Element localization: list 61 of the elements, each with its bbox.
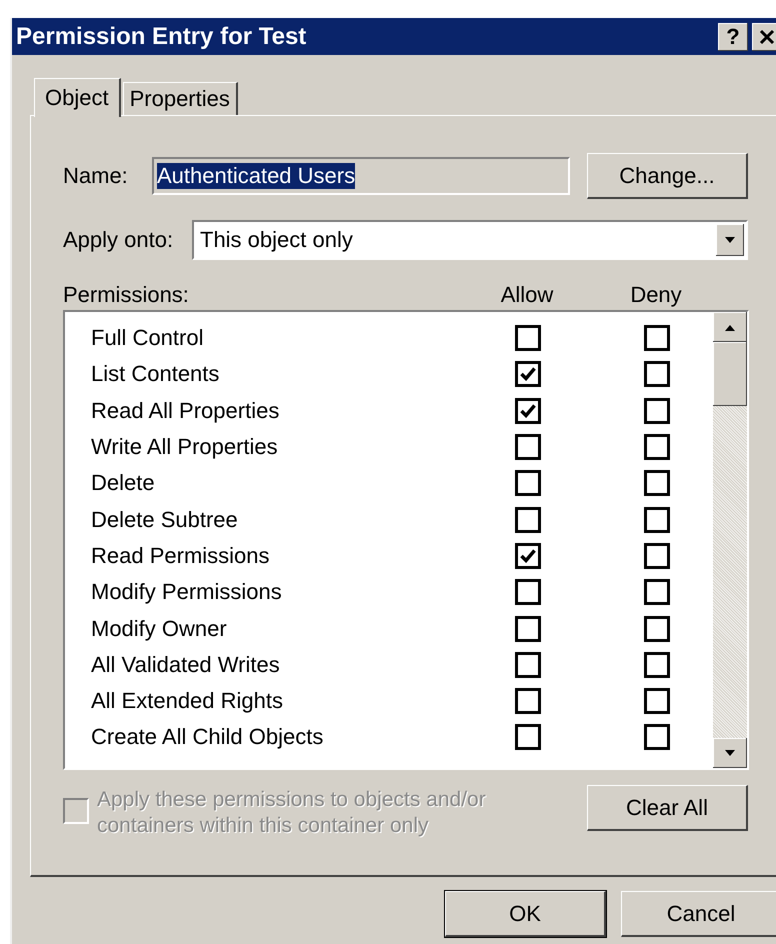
checkbox[interactable] bbox=[515, 398, 541, 424]
checkbox[interactable] bbox=[515, 470, 541, 496]
clear-all-button[interactable]: Clear All bbox=[587, 785, 748, 831]
checkbox[interactable] bbox=[515, 652, 541, 678]
checkbox[interactable] bbox=[644, 688, 670, 714]
permissions-label: Permissions: bbox=[63, 282, 189, 307]
permission-name: Create All Child Objects bbox=[91, 724, 324, 750]
checkbox[interactable] bbox=[644, 616, 670, 642]
help-button[interactable]: ? bbox=[718, 22, 748, 50]
checkbox[interactable] bbox=[515, 506, 541, 533]
checkbox[interactable] bbox=[644, 470, 670, 496]
checkbox[interactable] bbox=[515, 434, 541, 460]
window-title: Permission Entry for Test bbox=[16, 22, 308, 50]
checkbox[interactable] bbox=[644, 434, 670, 460]
permission-name: Read All Properties bbox=[91, 398, 280, 423]
name-label: Name: bbox=[63, 163, 128, 188]
checkbox[interactable] bbox=[644, 361, 670, 388]
checkmark-icon bbox=[520, 548, 536, 563]
scroll-up-icon[interactable] bbox=[713, 312, 747, 342]
checkbox[interactable] bbox=[644, 542, 670, 569]
permission-name: All Validated Writes bbox=[91, 652, 280, 677]
change-button[interactable]: Change... bbox=[587, 153, 748, 199]
checkbox[interactable] bbox=[515, 724, 541, 750]
checkbox[interactable] bbox=[644, 325, 670, 352]
permission-name: List Contents bbox=[91, 361, 220, 386]
permission-name: Modify Owner bbox=[91, 616, 227, 641]
tab[interactable]: Object bbox=[34, 78, 121, 117]
checkbox[interactable] bbox=[644, 506, 670, 533]
permission-name: Write All Properties bbox=[91, 434, 278, 460]
ok-button[interactable]: OK bbox=[445, 891, 606, 937]
permission-name: Modify Permissions bbox=[91, 579, 282, 604]
checkbox[interactable] bbox=[644, 579, 670, 606]
apply-within-label: Apply these permissions to objects and/or containers within this container only bbox=[97, 787, 487, 839]
apply-onto-label: Apply onto: bbox=[63, 227, 174, 252]
checkbox[interactable] bbox=[515, 325, 541, 352]
column-header: Allow bbox=[500, 282, 554, 307]
checkmark-icon bbox=[520, 367, 536, 382]
permission-name: All Extended Rights bbox=[91, 688, 283, 714]
permission-name: Delete Subtree bbox=[91, 506, 238, 532]
scroll-down-icon[interactable] bbox=[713, 738, 747, 768]
column-header: Deny bbox=[630, 282, 682, 307]
checkbox[interactable] bbox=[515, 361, 541, 388]
checkbox[interactable] bbox=[515, 616, 541, 642]
cancel-button[interactable]: Cancel bbox=[621, 891, 776, 937]
close-button[interactable] bbox=[752, 22, 776, 50]
permission-name: Full Control bbox=[91, 325, 204, 350]
close-icon[interactable] bbox=[759, 28, 775, 44]
permission-name: Delete bbox=[91, 470, 155, 496]
apply-onto-dropdown[interactable]: This object only bbox=[192, 220, 748, 260]
permission-name: Read Permissions bbox=[91, 542, 270, 568]
checkbox[interactable] bbox=[644, 398, 670, 424]
tab[interactable]: Properties bbox=[122, 82, 238, 115]
scroll-thumb[interactable] bbox=[713, 342, 747, 406]
checkbox[interactable] bbox=[515, 688, 541, 714]
checkmark-icon bbox=[520, 404, 536, 418]
name-field[interactable]: Authenticated Users bbox=[152, 157, 570, 195]
checkbox[interactable] bbox=[515, 542, 541, 569]
scrollbar[interactable] bbox=[713, 312, 747, 768]
checkbox[interactable] bbox=[644, 724, 670, 750]
checkbox[interactable] bbox=[515, 579, 541, 606]
checkbox[interactable] bbox=[644, 652, 670, 678]
